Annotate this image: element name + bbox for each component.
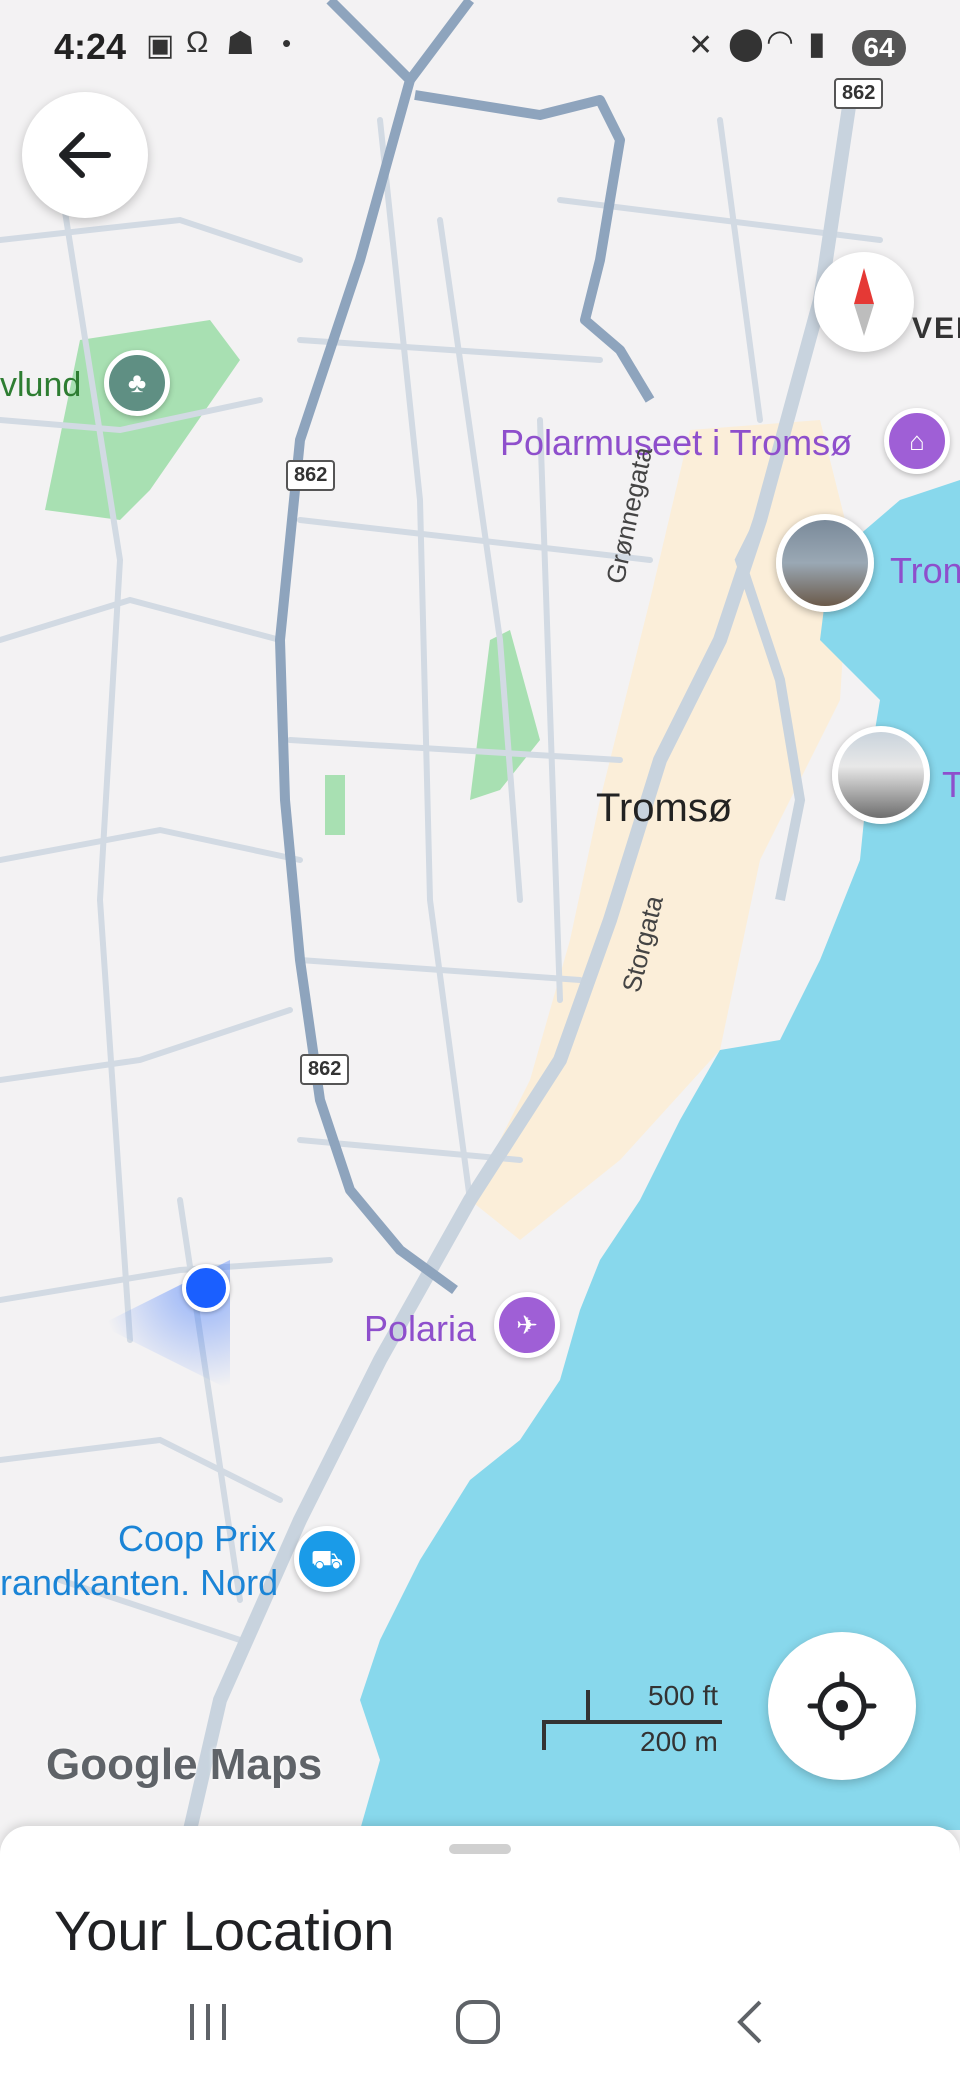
park-area-3 [325,775,345,835]
city-label: Tromsø [596,786,733,830]
route-shield: 862 [834,78,884,109]
place-label-fragment: VEF [912,312,960,345]
park-label[interactable]: vlund [0,366,81,405]
google-maps-logo: Google Maps [46,1740,323,1789]
arrow-left-icon [59,132,111,178]
recents-icon[interactable] [184,1998,232,2046]
system-nav-bar [0,1980,960,2080]
scale-tick [542,1720,546,1750]
wifi-icon: ◠ [766,23,794,59]
dot-icon: • [282,28,292,58]
snapchat-icon: ☗ [226,25,255,61]
tree-icon: ♣ [127,367,147,398]
photo-place-pin[interactable] [832,726,930,824]
back-button[interactable] [22,92,148,218]
cart-icon: ⛟ [310,1544,344,1574]
scale-imperial: 500 ft [648,1680,719,1711]
scale-tick [586,1690,590,1722]
scale-metric: 200 m [640,1726,718,1757]
shop-label-line2[interactable]: randkanten. Nord [0,1562,278,1604]
sheet-drag-handle[interactable] [449,1844,511,1854]
shop-pin[interactable]: ⛟ [294,1526,360,1592]
compass-button[interactable] [814,252,914,352]
aquarium-pin[interactable]: ✈ [494,1292,560,1358]
museum-pin[interactable]: ⌂ [884,408,950,474]
status-time: 4:24 [54,26,127,67]
sheet-title: Your Location [54,1899,395,1962]
crosshair-icon [807,1671,877,1741]
compass-icon [854,268,874,336]
museum-label[interactable]: Polarmuseet i Tromsø [500,422,852,464]
home-icon[interactable] [452,1996,504,2048]
photo-place-pin[interactable] [776,514,874,612]
mute-icon: ✕ [688,29,714,62]
location-icon: ⬤ [728,25,764,61]
user-location-dot [182,1264,230,1312]
photo-place-label[interactable]: T [942,764,960,806]
museum-icon: ⌂ [909,426,925,456]
shop-label-line1[interactable]: Coop Prix [118,1518,276,1560]
aquarium-label[interactable]: Polaria [364,1308,476,1350]
route-shield: 862 [286,460,336,491]
my-location-button[interactable] [768,1632,916,1780]
back-icon[interactable] [726,1996,774,2048]
status-bar: 4:24 ▣ Ω ☗ • ✕ ⬤ ◠ ▮ 64 [0,0,960,96]
photo-place-label[interactable]: Tron [890,550,960,592]
headphones-icon: Ω [186,26,209,59]
screenshot-icon: ▣ [146,29,175,62]
signal-icon: ▮ [808,25,826,61]
scale-bar: 500 ft 200 m [540,1680,730,1757]
battery-indicator: 64 [852,30,906,66]
scale-line [542,1720,722,1724]
route-shield: 862 [300,1054,350,1085]
park-pin[interactable]: ♣ [104,350,170,416]
dolphin-icon: ✈ [516,1310,538,1340]
